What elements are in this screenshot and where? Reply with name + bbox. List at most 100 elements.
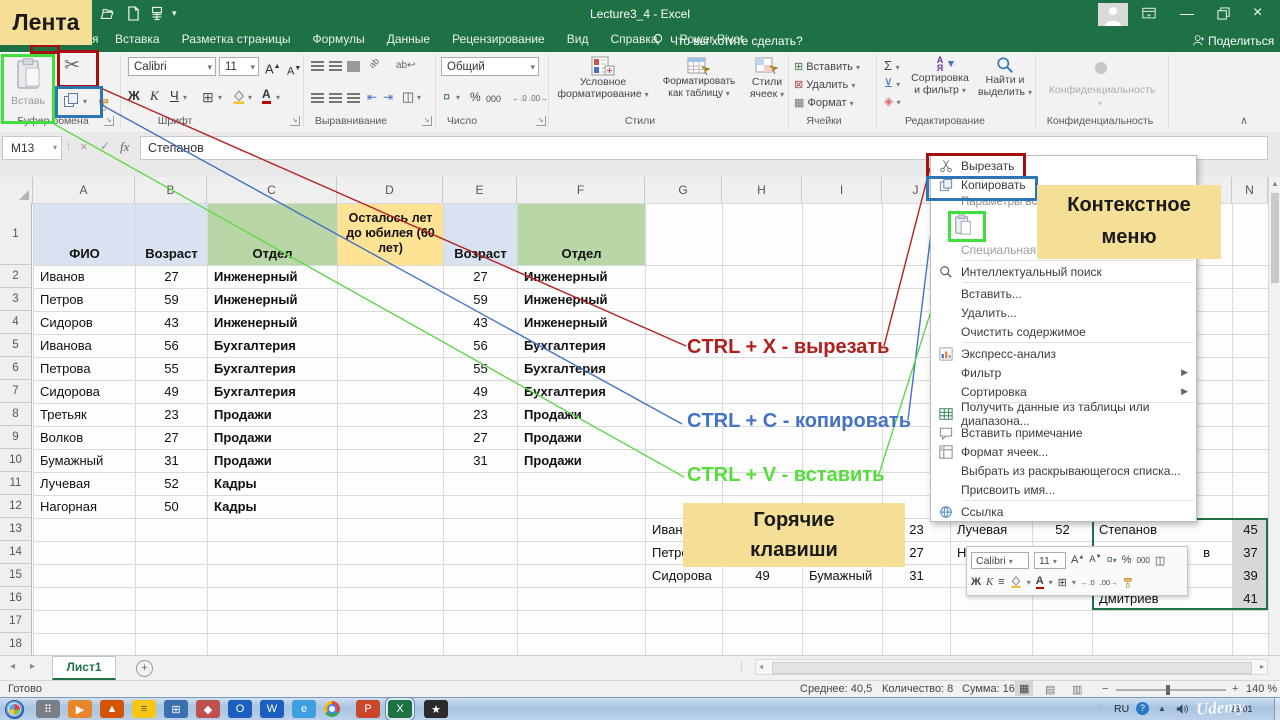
taskbar-outlook-icon[interactable]: O: [228, 700, 252, 718]
vertical-scrollbar[interactable]: ▲: [1268, 177, 1280, 655]
wrap-text-icon[interactable]: ab↩: [396, 60, 416, 71]
align-left-icon[interactable]: [311, 93, 324, 103]
cell-A6[interactable]: Петрова: [34, 358, 135, 380]
row-header-12[interactable]: 12: [0, 495, 32, 518]
taskbar-app-icon[interactable]: ◆: [196, 700, 220, 718]
cell-E7[interactable]: 49: [444, 381, 517, 403]
show-desktop-button[interactable]: [1274, 698, 1280, 720]
cell-E4[interactable]: 43: [444, 312, 517, 334]
fill-button[interactable]: ⊻ ▾: [884, 76, 900, 90]
mini-percent[interactable]: %: [1122, 554, 1132, 566]
underline-button[interactable]: Ч: [170, 88, 179, 104]
comma-format-icon[interactable]: 000: [486, 91, 501, 107]
cell-A10[interactable]: Бумажный: [34, 450, 135, 472]
mini-thousands[interactable]: 000: [1137, 556, 1150, 565]
mini-font-color[interactable]: А: [1036, 576, 1044, 589]
name-box-splitter[interactable]: ⁞: [67, 141, 70, 153]
taskbar-vlc-icon[interactable]: ▲: [100, 700, 124, 718]
name-box[interactable]: M13▾: [2, 136, 62, 160]
currency-format-icon[interactable]: ¤: [443, 89, 450, 105]
col-header-G[interactable]: G: [645, 177, 722, 204]
taskbar-star-app-icon[interactable]: ★: [424, 700, 448, 718]
close-button[interactable]: ×: [1253, 4, 1262, 22]
page-layout-view-icon[interactable]: ▤: [1045, 683, 1055, 696]
cell-A4[interactable]: Сидоров: [34, 312, 135, 334]
cell-F1[interactable]: Отдел: [518, 204, 645, 265]
cell-C8[interactable]: Продажи: [208, 404, 337, 426]
tell-me-search[interactable]: Что вы хотите сделать?: [670, 34, 803, 48]
mini-grow-font[interactable]: А▲: [1071, 554, 1084, 566]
mini-inc-decimal[interactable]: ←.0: [1081, 578, 1095, 587]
cell-E10[interactable]: 31: [444, 450, 517, 472]
autosum-button[interactable]: Σ ▾: [884, 58, 900, 73]
menu-item-16[interactable]: Присвоить имя...: [931, 480, 1196, 499]
cell-F7[interactable]: Бухгалтерия: [518, 381, 645, 403]
minimize-button[interactable]: —: [1180, 5, 1194, 21]
col-header-C[interactable]: C: [207, 177, 337, 204]
cell-E1[interactable]: Возраст: [444, 204, 517, 265]
mini-font-combo[interactable]: Calibri ▾: [971, 552, 1029, 569]
conditional-formatting-button[interactable]: Условное форматирование ▾: [552, 56, 654, 110]
font-size-combo[interactable]: 11▾: [219, 57, 259, 76]
privacy-button[interactable]: Конфиденциальность: [1040, 84, 1164, 96]
cell-F9[interactable]: Продажи: [518, 427, 645, 449]
row-header-8[interactable]: 8: [0, 403, 32, 426]
tab-1[interactable]: Вставка: [104, 28, 171, 50]
cell-C1[interactable]: Отдел: [208, 204, 337, 265]
cell-F6[interactable]: Бухгалтерия: [518, 358, 645, 380]
alignment-dialog-launcher[interactable]: ↘: [422, 116, 432, 126]
cell-K13[interactable]: Лучевая: [951, 519, 1032, 541]
avatar[interactable]: [1098, 3, 1128, 26]
align-right-icon[interactable]: [347, 93, 360, 103]
cell-B6[interactable]: 55: [136, 358, 207, 380]
cell-A7[interactable]: Сидорова: [34, 381, 135, 403]
mini-align[interactable]: ≡: [998, 576, 1004, 588]
cell-L13[interactable]: 52: [1033, 519, 1092, 541]
cell-C9[interactable]: Продажи: [208, 427, 337, 449]
cell-B10[interactable]: 31: [136, 450, 207, 472]
fx-icon[interactable]: fx: [120, 139, 129, 155]
taskbar-powerpoint-icon[interactable]: P: [356, 700, 380, 718]
taskbar-word-icon[interactable]: W: [260, 700, 284, 718]
zoom-in-icon[interactable]: +: [1232, 683, 1238, 695]
cell-E2[interactable]: 27: [444, 266, 517, 288]
cell-B8[interactable]: 23: [136, 404, 207, 426]
cell-F10[interactable]: Продажи: [518, 450, 645, 472]
cell-B12[interactable]: 50: [136, 496, 207, 518]
menu-item-15[interactable]: Выбрать из раскрывающегося списка...: [931, 461, 1196, 480]
cell-I15[interactable]: Бумажный: [803, 565, 882, 587]
row-header-9[interactable]: 9: [0, 426, 32, 449]
cell-F8[interactable]: Продажи: [518, 404, 645, 426]
cell-A5[interactable]: Иванова: [34, 335, 135, 357]
cell-B2[interactable]: 27: [136, 266, 207, 288]
col-header-A[interactable]: A: [33, 177, 135, 204]
shrink-font-button[interactable]: А▼: [287, 61, 301, 80]
row-header-13[interactable]: 13: [0, 518, 32, 541]
fill-color-icon[interactable]: [232, 90, 246, 104]
start-button[interactable]: [5, 700, 24, 719]
cell-A9[interactable]: Волков: [34, 427, 135, 449]
normal-view-icon[interactable]: ▦: [1015, 681, 1033, 696]
row-header-1[interactable]: 1: [0, 203, 32, 265]
cell-N14[interactable]: 37: [1233, 542, 1268, 564]
row-header-3[interactable]: 3: [0, 288, 32, 311]
tray-expand-icon[interactable]: ▲: [1158, 704, 1166, 713]
row-header-10[interactable]: 10: [0, 449, 32, 472]
col-header-H[interactable]: H: [722, 177, 802, 204]
cell-C11[interactable]: Кадры: [208, 473, 337, 495]
cell-A8[interactable]: Третьяк: [34, 404, 135, 426]
sort-filter-button[interactable]: АЯ ▼ Сортировка и фильтр ▾: [906, 56, 974, 110]
clipboard-dialog-launcher[interactable]: ↘: [104, 116, 114, 126]
zoom-slider-track[interactable]: [1116, 689, 1226, 691]
menu-item-17[interactable]: Ссылка: [931, 502, 1196, 521]
cancel-icon[interactable]: ×: [80, 139, 88, 154]
share-button[interactable]: Поделиться: [1208, 34, 1274, 48]
format-as-table-button[interactable]: Форматировать как таблицу ▾: [656, 56, 742, 110]
row-header-6[interactable]: 6: [0, 357, 32, 380]
align-top-icon[interactable]: [311, 61, 324, 71]
col-header-B[interactable]: B: [135, 177, 207, 204]
cell-A2[interactable]: Иванов: [34, 266, 135, 288]
sheet-prev-icon[interactable]: ◂: [10, 661, 15, 672]
underline-dropdown-icon[interactable]: ▾: [183, 93, 187, 102]
cell-F4[interactable]: Инженерный: [518, 312, 645, 334]
